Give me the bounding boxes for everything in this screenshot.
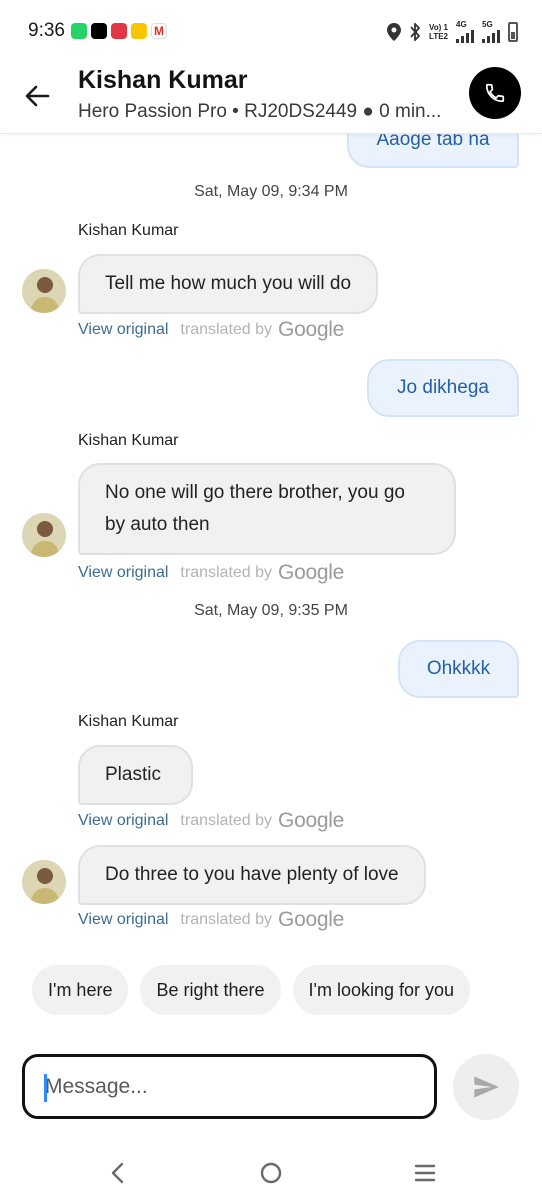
date-separator: Sat, May 09, 9:34 PM	[194, 183, 348, 200]
avatar[interactable]	[22, 860, 66, 904]
outgoing-message[interactable]: Jo dikhega	[367, 359, 519, 417]
message-text: Jo dikhega	[397, 377, 489, 398]
contact-name: Kishan Kumar	[78, 66, 248, 94]
google-logo: Google	[278, 561, 344, 584]
translation-row: View original translated by Google	[78, 318, 344, 342]
call-button[interactable]	[469, 67, 521, 119]
translation-row: View original translated by Google	[78, 809, 344, 833]
chat-thread[interactable]: Aaoge tab na Sat, May 09, 9:34 PM Kishan…	[0, 0, 542, 1200]
system-nav-bar	[0, 1140, 542, 1200]
quick-replies: I'm here Be right there I'm looking for …	[32, 965, 542, 1015]
google-logo: Google	[278, 318, 344, 341]
translation-row: View original translated by Google	[78, 908, 344, 932]
quick-reply-chip[interactable]: Be right there	[140, 965, 281, 1015]
outgoing-message[interactable]: Ohkkkk	[398, 640, 519, 698]
nav-back-button[interactable]	[103, 1158, 133, 1188]
view-original-link[interactable]: View original	[78, 564, 168, 582]
incoming-message[interactable]: Plastic	[78, 745, 193, 805]
sender-name: Kishan Kumar	[78, 222, 179, 239]
translated-by-label: translated by	[180, 564, 273, 581]
message-text: No one will go there brother, you go by …	[105, 482, 405, 535]
message-text: Tell me how much you will do	[105, 273, 352, 294]
arrow-left-icon	[25, 85, 50, 107]
chat-header: Kishan Kumar Hero Passion Pro • RJ20DS24…	[0, 62, 542, 134]
quick-reply-chip[interactable]: I'm looking for you	[292, 965, 471, 1015]
text-cursor	[44, 1074, 47, 1102]
nav-home-button[interactable]	[256, 1158, 286, 1188]
send-icon	[474, 1076, 499, 1098]
avatar[interactable]	[22, 269, 66, 313]
nav-recents-button[interactable]	[410, 1158, 440, 1188]
menu-icon	[414, 1164, 436, 1182]
translated-by-label: translated by	[180, 812, 273, 829]
circle-icon	[260, 1162, 282, 1184]
quick-reply-chip[interactable]: I'm here	[32, 965, 129, 1015]
message-input-box[interactable]	[22, 1054, 437, 1119]
message-input[interactable]	[25, 1057, 434, 1116]
send-button[interactable]	[453, 1054, 519, 1120]
translation-row: View original translated by Google	[78, 561, 344, 585]
message-text: Ohkkkk	[426, 658, 491, 679]
avatar[interactable]	[22, 513, 66, 557]
view-original-link[interactable]: View original	[78, 911, 168, 929]
google-logo: Google	[278, 908, 344, 931]
ride-details: Hero Passion Pro • RJ20DS2449 ● 0 min...	[78, 101, 442, 122]
person-icon	[22, 269, 66, 313]
translated-by-label: translated by	[180, 911, 273, 928]
person-icon	[22, 860, 66, 904]
sender-name: Kishan Kumar	[78, 432, 179, 449]
date-separator: Sat, May 09, 9:35 PM	[194, 602, 348, 619]
phone-icon	[485, 83, 505, 103]
translated-by-label: translated by	[180, 321, 273, 338]
incoming-message[interactable]: No one will go there brother, you go by …	[78, 463, 456, 555]
incoming-message[interactable]: Tell me how much you will do	[78, 254, 379, 314]
sender-name: Kishan Kumar	[78, 713, 179, 730]
google-logo: Google	[278, 809, 344, 832]
view-original-link[interactable]: View original	[78, 321, 168, 339]
back-button[interactable]	[20, 78, 56, 114]
person-icon	[22, 513, 66, 557]
message-text: Do three to you have plenty of love	[105, 864, 399, 885]
view-original-link[interactable]: View original	[78, 812, 168, 830]
chevron-left-icon	[111, 1162, 124, 1184]
incoming-message[interactable]: Do three to you have plenty of love	[78, 845, 426, 905]
message-text: Plastic	[105, 764, 161, 785]
